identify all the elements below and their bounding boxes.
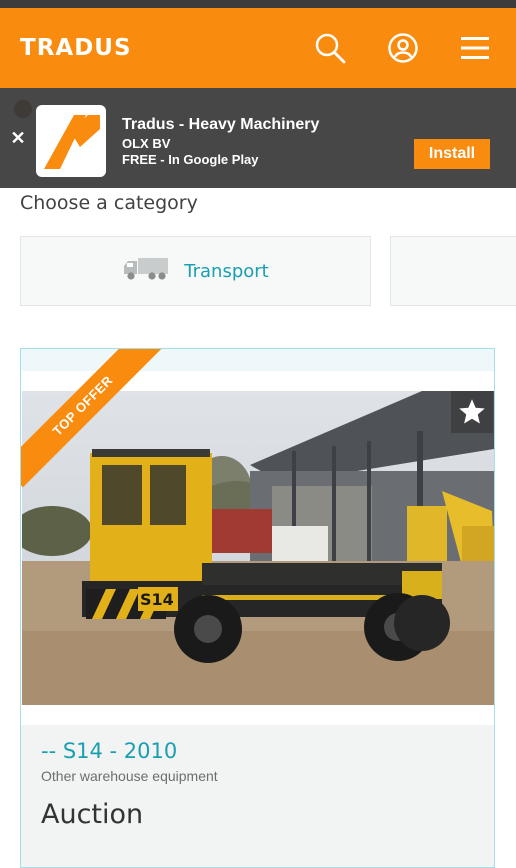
banner-price-note: FREE - In Google Play	[122, 152, 259, 167]
top-offer-badge: TOP OFFER	[21, 349, 161, 488]
photo-label: S14	[140, 590, 174, 609]
close-icon[interactable]: ✕	[10, 128, 26, 148]
top-status-strip	[0, 0, 516, 8]
listing-category: Other warehouse equipment	[41, 768, 218, 784]
app-icon	[36, 105, 106, 177]
truck-icon	[122, 256, 170, 287]
category-next[interactable]	[390, 236, 516, 306]
top-offer-ribbon: TOP OFFER	[21, 349, 161, 489]
tradus-logo[interactable]: TRADUS	[20, 32, 132, 64]
listing-card[interactable]: S14 TOP OFFER -- S14 - 2010 Other wareho…	[20, 348, 495, 868]
category-label: Transport	[184, 260, 269, 282]
menu-icon[interactable]	[457, 28, 493, 68]
category-transport[interactable]: Transport	[20, 236, 371, 306]
banner-publisher: OLX BV	[122, 136, 171, 151]
install-button[interactable]: Install	[414, 139, 490, 169]
site-header: TRADUS	[0, 8, 516, 88]
favorite-star-icon[interactable]	[451, 391, 493, 433]
account-icon[interactable]	[385, 28, 421, 68]
choose-category-heading: Choose a category	[20, 192, 198, 214]
listing-price: Auction	[41, 799, 144, 830]
listing-title[interactable]: -- S14 - 2010	[41, 739, 177, 763]
banner-app-title: Tradus - Heavy Machinery	[122, 116, 320, 133]
search-icon[interactable]	[312, 28, 348, 68]
